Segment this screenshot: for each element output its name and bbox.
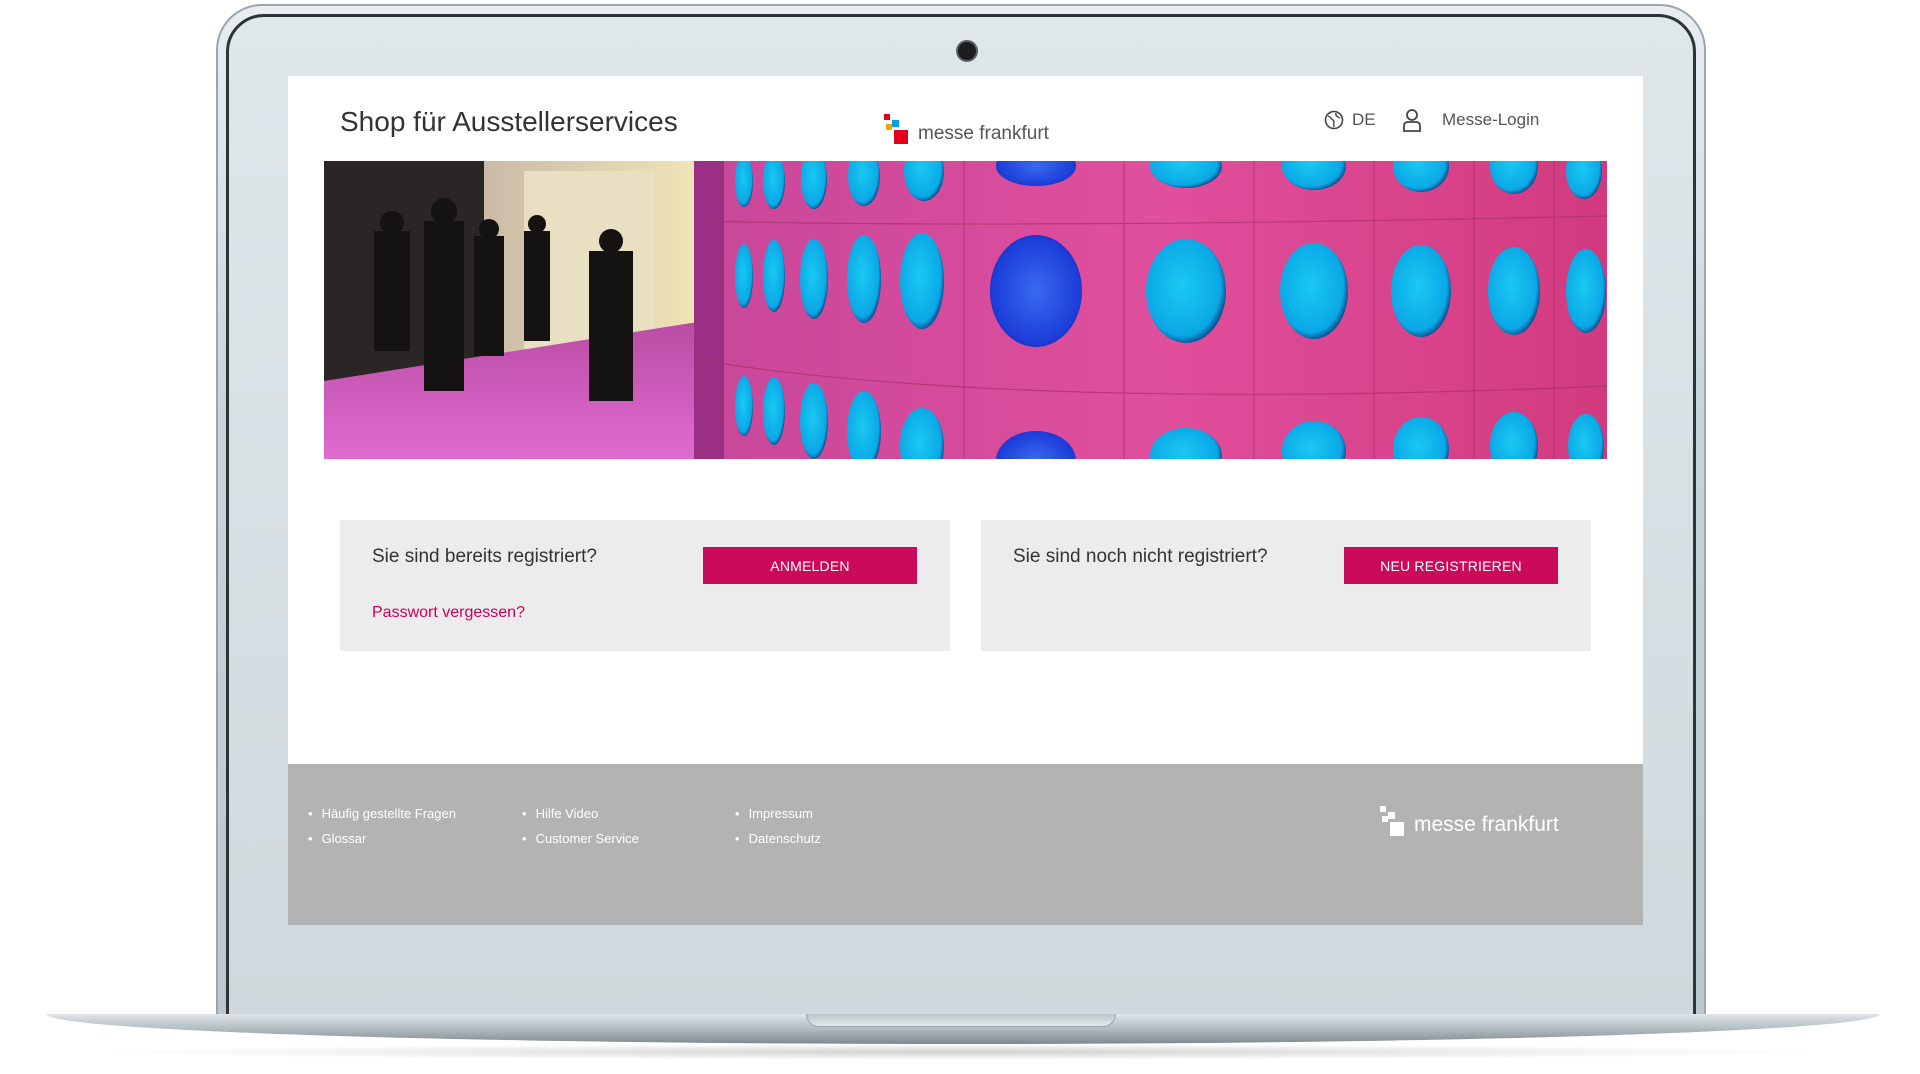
footer-brand-name: messe frankfurt xyxy=(1414,813,1559,836)
webcam xyxy=(956,40,978,62)
footer-column-3: Impressum Datenschutz xyxy=(735,806,821,856)
login-question: Sie sind bereits registriert? xyxy=(372,546,597,567)
laptop-shadow xyxy=(90,1044,1830,1060)
footer-link-faq[interactable]: Häufig gestellte Fragen xyxy=(308,806,456,821)
login-card: Sie sind bereits registriert? ANMELDEN P… xyxy=(340,520,950,651)
register-card: Sie sind noch nicht registriert? NEU REG… xyxy=(981,520,1591,651)
footer-link-glossary[interactable]: Glossar xyxy=(308,831,456,846)
footer-link-imprint[interactable]: Impressum xyxy=(735,806,821,821)
footer-column-1: Häufig gestellte Fragen Glossar xyxy=(308,806,456,856)
page-title: Shop für Ausstellerservices xyxy=(340,106,678,137)
brand-name: messe frankfurt xyxy=(918,123,1049,144)
language-switcher[interactable]: DE xyxy=(1324,110,1376,130)
login-button[interactable]: ANMELDEN xyxy=(703,547,917,584)
footer-link-privacy[interactable]: Datenschutz xyxy=(735,831,821,846)
login-label: Messe-Login xyxy=(1442,110,1540,129)
login-link[interactable]: Messe-Login xyxy=(1402,108,1539,132)
language-label: DE xyxy=(1352,110,1376,129)
register-button[interactable]: NEU REGISTRIEREN xyxy=(1344,547,1558,584)
footer-brand-logo[interactable]: messe frankfurt xyxy=(1380,806,1559,838)
hero-image xyxy=(324,161,1607,459)
laptop-mockup: Shop für Ausstellerservices messe frankf… xyxy=(0,0,1920,1074)
laptop-notch xyxy=(806,1014,1116,1027)
footer-link-help-video[interactable]: Hilfe Video xyxy=(522,806,639,821)
footer-column-2: Hilfe Video Customer Service xyxy=(522,806,639,856)
forgot-password-link[interactable]: Passwort vergessen? xyxy=(372,604,525,622)
screen: Shop für Ausstellerservices messe frankf… xyxy=(288,76,1643,925)
globe-icon xyxy=(1324,110,1344,130)
footer: Häufig gestellte Fragen Glossar Hilfe Vi… xyxy=(288,764,1643,925)
brand-logo[interactable]: messe frankfurt xyxy=(884,106,1049,146)
brand-mark-icon xyxy=(884,114,910,146)
footer-brand-mark-icon xyxy=(1380,806,1406,838)
register-question: Sie sind noch nicht registriert? xyxy=(1013,546,1268,567)
footer-link-customer-service[interactable]: Customer Service xyxy=(522,831,639,846)
user-icon xyxy=(1403,109,1421,132)
